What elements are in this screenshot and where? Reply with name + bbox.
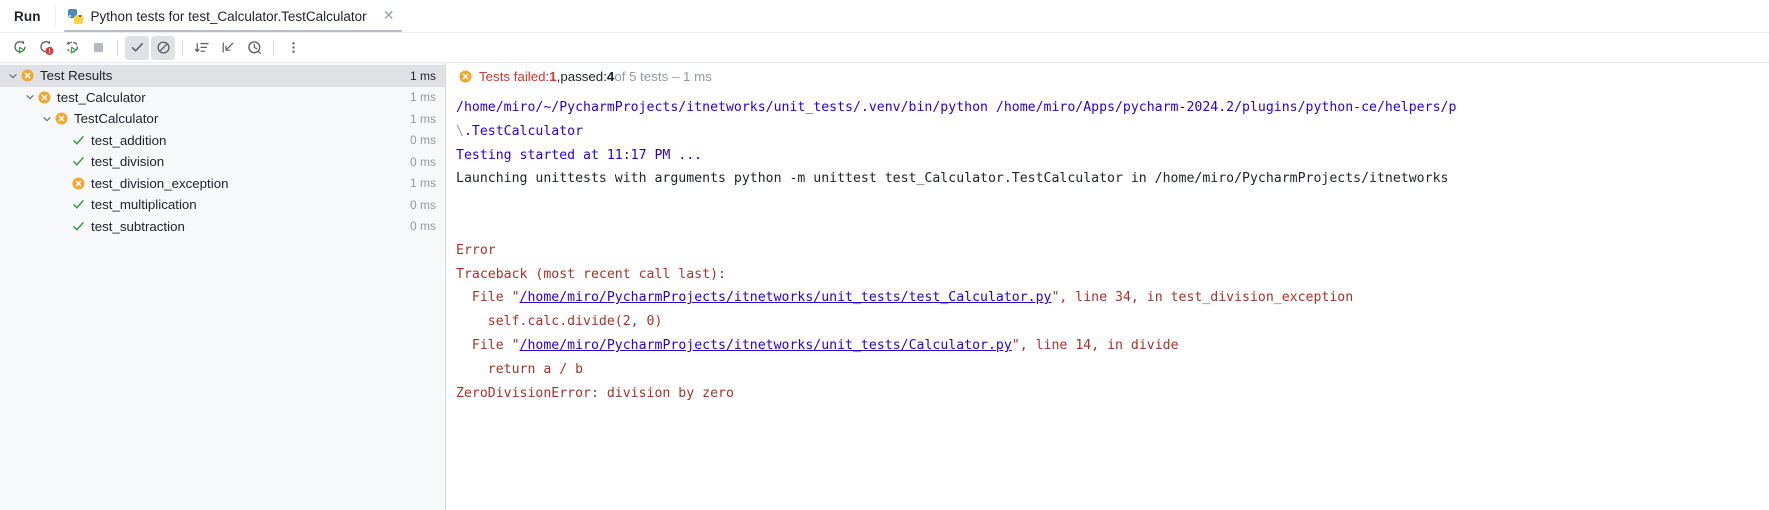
- tab-title: Python tests for test_Calculator.TestCal…: [90, 8, 367, 24]
- chevron-down-icon[interactable]: [23, 90, 37, 104]
- tree-row-label: test_subtraction: [91, 218, 185, 234]
- console-text: return a / b: [456, 361, 584, 377]
- tree-row-label: Test Results: [40, 68, 113, 84]
- console-line: Launching unittests with arguments pytho…: [456, 167, 1769, 191]
- test-passed-icon: [71, 198, 85, 212]
- tree-row-label: TestCalculator: [74, 111, 159, 127]
- console-line: self.calc.divide(2, 0): [456, 310, 1769, 334]
- python-test-icon: [67, 8, 83, 24]
- console-text: /home/miro/~/PycharmProjects/itnetworks/…: [456, 100, 1457, 115]
- console-line: Traceback (most recent call last):: [456, 263, 1769, 287]
- console-line: /home/miro/~/PycharmProjects/itnetworks/…: [456, 96, 1769, 120]
- console-file-link[interactable]: /home/miro/PycharmProjects/itnetworks/un…: [520, 290, 1052, 305]
- console-line: Error: [456, 239, 1769, 263]
- tree-row-duration: 1 ms: [409, 90, 436, 105]
- console-text: ZeroDivisionError: division by zero: [456, 385, 734, 401]
- expand-collapse-icon[interactable]: [216, 36, 240, 60]
- toolbar-divider-3: [273, 39, 274, 56]
- rerun-failed-tests-icon[interactable]: [34, 36, 58, 60]
- console-text: self.calc.divide(2, 0): [456, 314, 663, 330]
- tree-row-label: test_division_exception: [91, 175, 229, 191]
- summary-total-label: of 5 tests – 1 ms: [614, 69, 712, 84]
- tree-row-duration: 0 ms: [409, 197, 436, 212]
- sort-by-duration-icon[interactable]: [190, 36, 214, 60]
- console-text: \: [456, 123, 464, 139]
- toolbar-divider-2: [182, 39, 183, 56]
- console-text: Traceback (most recent call last):: [456, 266, 726, 282]
- tree-row-label: test_division: [91, 154, 165, 170]
- test-passed-icon: [71, 219, 85, 233]
- run-window-body: Test Results 1 ms test_Calculator 1 ms TestC…: [0, 63, 1769, 510]
- run-tool-window: Run Python tests for test_Calculator.Tes…: [0, 0, 1769, 510]
- tree-row-test-division[interactable]: test_division 0 ms: [0, 151, 445, 173]
- summary-failed-count: 1: [549, 69, 557, 84]
- show-ignored-icon[interactable]: [151, 35, 175, 60]
- console-text: Launching unittests with arguments pytho…: [456, 171, 1449, 187]
- toggle-auto-test-icon[interactable]: [60, 36, 84, 60]
- console-text: .TestCalculator: [463, 123, 584, 139]
- test-results-tree[interactable]: Test Results 1 ms test_Calculator 1 ms TestC…: [0, 63, 446, 510]
- tree-row-test-calculator[interactable]: test_Calculator 1 ms: [0, 87, 445, 109]
- console-text: ", line 14, in divide: [1011, 337, 1179, 353]
- console-text: File ": [456, 290, 520, 306]
- test-failed-icon: [54, 112, 68, 126]
- chevron-down-icon[interactable]: [6, 69, 20, 83]
- console-file-link[interactable]: /home/miro/PycharmProjects/itnetworks/un…: [520, 338, 1012, 353]
- console-text: File ": [456, 337, 520, 353]
- tree-row-test-addition[interactable]: test_addition 0 ms: [0, 130, 445, 152]
- more-options-icon[interactable]: [281, 36, 305, 60]
- tab-python-tests[interactable]: Python tests for test_Calculator.TestCal…: [56, 0, 407, 32]
- summary-passed-count: 4: [606, 69, 615, 84]
- history-icon[interactable]: [242, 36, 266, 60]
- test-passed-icon: [71, 155, 85, 169]
- tree-row-duration: 1 ms: [409, 111, 436, 126]
- tree-row-duration: 0 ms: [409, 154, 436, 169]
- toolbar-divider-1: [117, 39, 118, 56]
- rerun-tests-icon[interactable]: [8, 36, 32, 60]
- tree-row-test-multiplication[interactable]: test_multiplication 0 ms: [0, 194, 445, 216]
- tree-row-duration: 0 ms: [409, 219, 436, 234]
- tree-row-label: test_addition: [91, 132, 167, 148]
- console-line: File "/home/miro/PycharmProjects/itnetwo…: [456, 286, 1769, 310]
- stop-icon[interactable]: [86, 36, 110, 60]
- tree-row-label: test_multiplication: [91, 197, 197, 213]
- test-passed-icon: [71, 133, 85, 147]
- console-line: return a / b: [456, 358, 1769, 382]
- console-panel: Tests failed: 1, passed: 4 of 5 tests – …: [446, 63, 1769, 510]
- tree-row-test-results[interactable]: Test Results 1 ms: [0, 65, 445, 87]
- tree-row-duration: 1 ms: [409, 176, 436, 191]
- tree-row-test-subtraction[interactable]: test_subtraction 0 ms: [0, 216, 445, 238]
- test-runner-toolbar: [0, 33, 1769, 63]
- console-text: ", line 34, in test_division_exception: [1051, 290, 1354, 306]
- tab-bar: Run Python tests for test_Calculator.Tes…: [0, 0, 1769, 33]
- test-failed-icon: [71, 176, 85, 190]
- tree-row-testcalculator[interactable]: TestCalculator 1 ms: [0, 108, 445, 130]
- tree-row-duration: 1 ms: [409, 68, 436, 83]
- console-text: Error: [456, 242, 496, 258]
- console-line: File "/home/miro/PycharmProjects/itnetwo…: [456, 334, 1769, 358]
- chevron-down-icon[interactable]: [40, 112, 54, 126]
- console-output[interactable]: /home/miro/~/PycharmProjects/itnetworks/…: [446, 90, 1769, 510]
- console-line: ZeroDivisionError: division by zero: [456, 382, 1769, 406]
- show-passed-icon[interactable]: [125, 35, 149, 60]
- test-failed-icon: [20, 69, 34, 83]
- tree-row-test-division-exception[interactable]: test_division_exception 1 ms: [0, 173, 445, 195]
- tree-row-duration: 0 ms: [409, 133, 436, 148]
- test-failed-icon: [37, 90, 51, 104]
- failed-icon: [458, 70, 472, 84]
- summary-passed-label: passed:: [560, 69, 607, 84]
- summary-failed-label: Tests failed:: [479, 69, 550, 84]
- run-tool-window-label: Run: [14, 8, 41, 24]
- console-line: Testing started at 11:17 PM ...: [456, 144, 1769, 168]
- console-text: Testing started at 11:17 PM ...: [456, 147, 703, 163]
- tree-row-label: test_Calculator: [57, 89, 146, 105]
- close-icon[interactable]: ✕: [375, 8, 397, 24]
- test-summary-bar: Tests failed: 1, passed: 4 of 5 tests – …: [446, 63, 1769, 90]
- console-line: \.TestCalculator: [456, 120, 1769, 144]
